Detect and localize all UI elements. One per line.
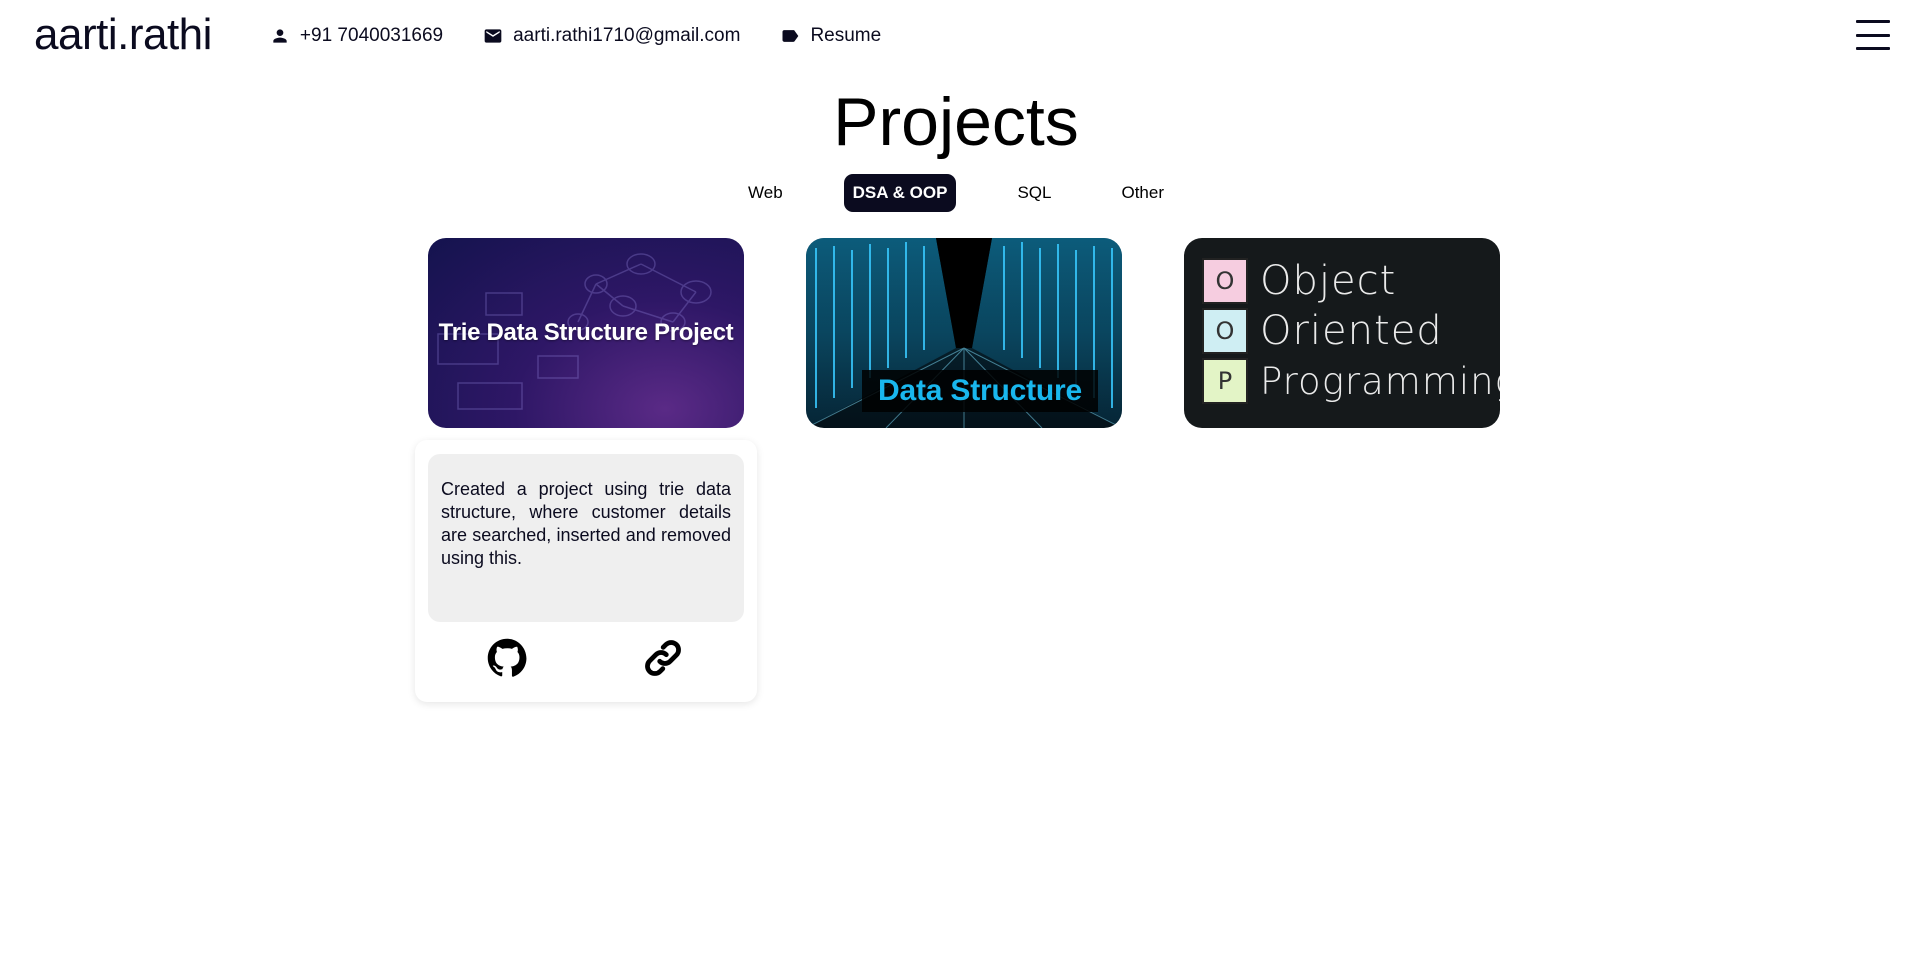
oop-row-object: O Object xyxy=(1202,258,1396,304)
menu-bar xyxy=(1856,20,1890,23)
oop-letter-o1: O xyxy=(1202,258,1248,304)
person-icon xyxy=(273,29,287,43)
hamburger-menu-icon[interactable] xyxy=(1856,20,1890,50)
oop-word-oriented: Oriented xyxy=(1260,308,1443,354)
page-title: Projects xyxy=(833,84,1079,160)
project-description: Created a project using trie data struct… xyxy=(441,479,731,568)
github-icon[interactable] xyxy=(485,636,529,680)
project-category-tabs: Web DSA & OOP SQL Other xyxy=(0,174,1912,212)
phone-contact[interactable]: +91 7040031669 xyxy=(270,25,443,47)
page: aarti.rathi +91 7040031669 aarti.rathi17… xyxy=(0,0,1912,979)
oop-row-oriented: O Oriented xyxy=(1202,308,1443,354)
project-title-trie: Trie Data Structure Project xyxy=(438,319,734,346)
oop-letter-p: P xyxy=(1202,358,1248,404)
project-links xyxy=(415,636,757,686)
label-icon xyxy=(782,30,799,42)
oop-row-programming: P Programming xyxy=(1202,358,1500,404)
email-contact[interactable]: aarti.rathi1710@gmail.com xyxy=(483,25,740,47)
email-address: aarti.rathi1710@gmail.com xyxy=(513,25,741,46)
tab-dsa-oop[interactable]: DSA & OOP xyxy=(843,174,957,212)
top-navbar: aarti.rathi +91 7040031669 aarti.rathi17… xyxy=(0,0,1912,72)
link-icon-svg xyxy=(645,640,681,676)
tab-web[interactable]: Web xyxy=(739,174,792,212)
brand-logo[interactable]: aarti.rathi xyxy=(34,13,212,57)
resume-link[interactable]: Resume xyxy=(780,25,881,47)
menu-bar xyxy=(1856,47,1890,50)
github-icon-svg xyxy=(487,638,527,677)
tab-sql[interactable]: SQL xyxy=(1008,174,1060,212)
menu-bar xyxy=(1856,33,1890,37)
project-card-data-structure[interactable]: Data Structure xyxy=(806,238,1122,428)
project-detail-card: Created a project using trie data struct… xyxy=(415,440,757,702)
project-title-data-structure: Data Structure xyxy=(862,370,1098,412)
link-icon[interactable] xyxy=(641,636,685,680)
project-description-box: Created a project using trie data struct… xyxy=(428,454,744,622)
oop-word-object: Object xyxy=(1260,258,1397,304)
project-card-trie[interactable]: Trie Data Structure Project xyxy=(428,238,744,428)
mail-icon xyxy=(484,29,502,43)
project-card-oop[interactable]: O Object O Oriented P Programming xyxy=(1184,238,1500,428)
phone-number: +91 7040031669 xyxy=(299,25,444,46)
oop-word-programming: Programming xyxy=(1260,359,1500,403)
oop-letter-o2: O xyxy=(1202,308,1248,354)
resume-label: Resume xyxy=(810,25,882,46)
tab-other[interactable]: Other xyxy=(1112,174,1173,212)
